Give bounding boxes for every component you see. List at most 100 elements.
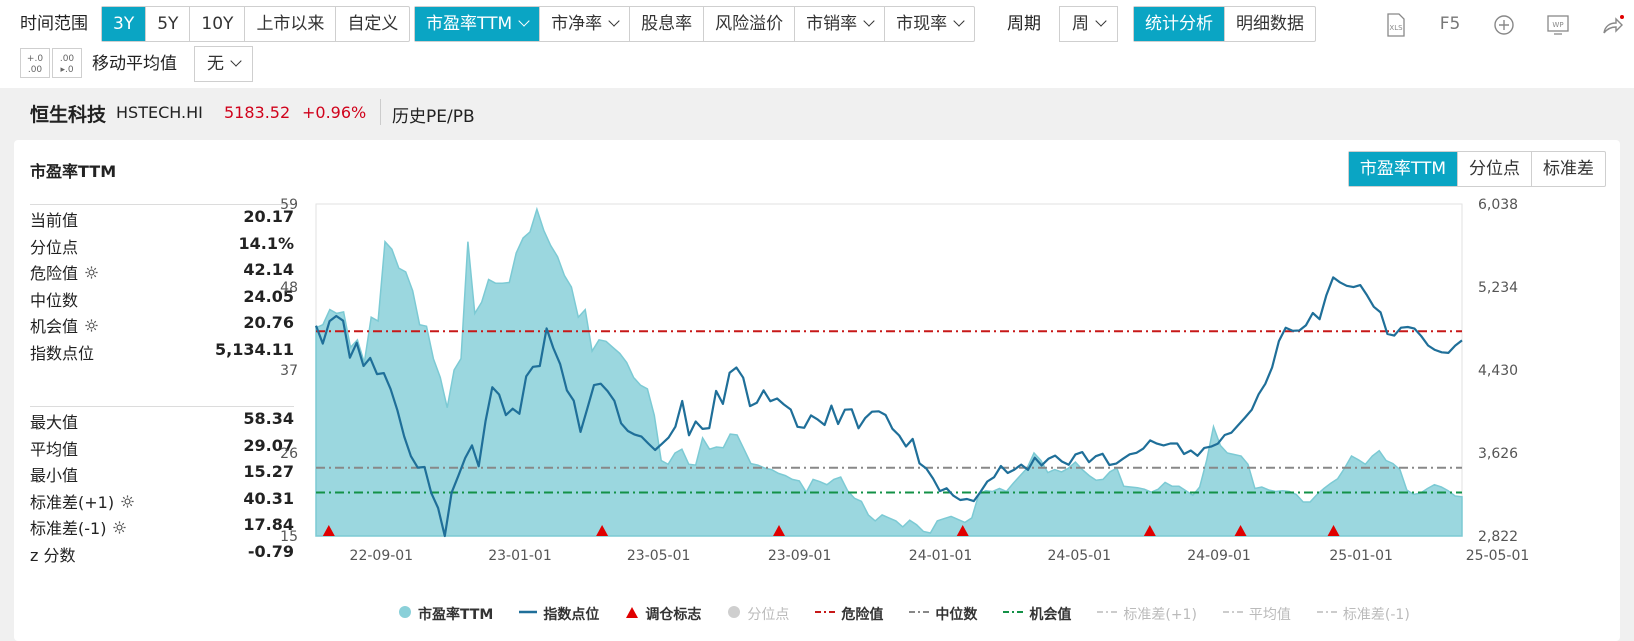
view-option[interactable]: 明细数据	[1225, 7, 1315, 41]
view-option[interactable]: 统计分析	[1134, 7, 1225, 41]
metric-option-label: 市销率	[806, 14, 858, 34]
chevron-down-icon	[863, 15, 875, 27]
xls-icon: XLS	[1387, 12, 1405, 37]
y-right-tick: 5,234	[1478, 280, 1518, 296]
legend-label: 标准差(+1)	[1123, 607, 1197, 623]
period-select-value: 周	[1072, 14, 1089, 34]
add-icon	[1494, 14, 1514, 35]
x-tick: 24-05-01	[1047, 548, 1111, 564]
metric-option[interactable]: 风险溢价	[704, 7, 796, 41]
legend-item[interactable]: 中位数	[909, 604, 977, 624]
legend-symbol-icon	[1003, 605, 1024, 623]
svg-text:▸.0: ▸.0	[60, 65, 73, 75]
legend-item[interactable]: 调仓标志	[625, 604, 701, 624]
time-range-label: 时间范围	[20, 14, 88, 34]
chevron-down-icon	[1095, 15, 1107, 27]
security-name: 恒生科技	[30, 104, 107, 126]
time-range-option-label: 5Y	[157, 14, 179, 34]
legend-symbol-icon	[815, 605, 836, 623]
moving-average-value: 无	[207, 54, 224, 74]
metric-option-label: 股息率	[641, 14, 693, 34]
legend-symbol-icon	[909, 605, 930, 623]
legend-item[interactable]: 市盈率TTM	[398, 604, 493, 624]
security-change: +0.96%	[302, 103, 367, 122]
add-button[interactable]	[1484, 9, 1524, 39]
y-left-tick: 26	[280, 446, 298, 462]
x-tick: 25-01-01	[1329, 548, 1393, 564]
y-right-tick: 6,038	[1478, 197, 1518, 213]
wp-icon: WP	[1547, 14, 1569, 35]
share-button[interactable]	[1592, 9, 1632, 39]
history-pe-pb-tab[interactable]: 历史PE/PB	[392, 102, 475, 127]
time-range-option[interactable]: 自定义	[336, 7, 409, 41]
svg-text:.00: .00	[28, 65, 43, 75]
time-range-option-label: 自定义	[347, 14, 399, 34]
x-tick: 22-09-01	[350, 548, 414, 564]
toolbar-row-1: 时间范围 3Y 5Y 10Y 上市以来 自定义 市盈率TTM 市净率 股息率 风险溢价 市销率 市…	[0, 6, 1634, 42]
metric-option[interactable]: 市盈率TTM	[415, 7, 541, 41]
pe-chart[interactable]: 15 26 37 48 59 2,822 3,626 4,430 5,234 6,038 22-09…	[14, 140, 1620, 641]
legend-item[interactable]: 分位点	[727, 604, 789, 624]
time-range-option[interactable]: 3Y	[102, 7, 147, 41]
view-option-label: 明细数据	[1236, 14, 1304, 34]
time-range-option-label: 10Y	[201, 14, 234, 34]
metric-option[interactable]: 市销率	[795, 7, 886, 41]
period-label: 周期	[1007, 14, 1041, 34]
f5-refresh-button[interactable]: F5	[1430, 9, 1470, 39]
legend-label: 调仓标志	[645, 607, 702, 623]
legend-item[interactable]: 标准差(-1)	[1316, 604, 1410, 624]
decimal-increase-icon: +.0.00	[27, 54, 43, 75]
pe-ttm-area	[315, 206, 1463, 537]
decimal-decrease-icon: .00▸.0	[60, 54, 75, 75]
xls-export-button[interactable]: XLS	[1376, 9, 1416, 39]
chevron-down-icon	[608, 15, 620, 27]
view-selector: 统计分析 明细数据	[1133, 6, 1316, 42]
security-price: 5183.52	[224, 103, 291, 122]
legend-item[interactable]: 平均值	[1222, 604, 1291, 624]
legend-label: 平均值	[1248, 607, 1291, 623]
legend-symbol-icon	[1097, 605, 1118, 623]
metric-option-label: 风险溢价	[715, 14, 784, 34]
wp-export-button[interactable]: WP	[1538, 9, 1578, 39]
decimal-increase-button[interactable]: +.0.00	[20, 48, 50, 78]
chart-legend: 市盈率TTM 指数点位 调仓标志 分位点 危险值 中位数 机会值 标准差(+1) 平均值 标准差(…	[398, 603, 1436, 625]
period-select[interactable]: 周	[1059, 6, 1118, 42]
time-range-selector: 3Y 5Y 10Y 上市以来 自定义	[101, 6, 411, 42]
time-range-option[interactable]: 10Y	[190, 7, 246, 41]
legend-label: 指数点位	[543, 607, 600, 623]
security-title-bar: 恒生科技 HSTECH.HI 5183.52 +0.96% 历史PE/PB	[0, 88, 1634, 136]
x-tick: 23-09-01	[768, 548, 832, 564]
metric-option[interactable]: 市净率	[540, 7, 631, 41]
legend-label: 中位数	[935, 607, 978, 623]
legend-item[interactable]: 机会值	[1003, 604, 1071, 624]
legend-item[interactable]: 危险值	[815, 604, 883, 624]
metric-option-label: 市现率	[896, 14, 948, 34]
chevron-down-icon	[953, 15, 965, 27]
svg-text:+.0: +.0	[27, 54, 43, 64]
legend-label: 危险值	[841, 607, 884, 623]
x-tick: 23-01-01	[488, 548, 552, 564]
y-right-tick: 3,626	[1478, 446, 1518, 462]
moving-average-select[interactable]: 无	[194, 46, 253, 82]
metric-option[interactable]: 市现率	[885, 7, 974, 41]
legend-item[interactable]: 指数点位	[519, 604, 599, 624]
x-tick: 24-01-01	[909, 548, 973, 564]
legend-item[interactable]: 标准差(+1)	[1097, 604, 1197, 624]
metric-option-label: 市净率	[551, 14, 603, 34]
toolbar: 时间范围 3Y 5Y 10Y 上市以来 自定义 市盈率TTM 市净率 股息率 风险溢价 市销率 市…	[0, 0, 1634, 88]
decimal-decrease-button[interactable]: .00 ▸.0	[52, 48, 82, 78]
y-right-tick: 2,822	[1478, 529, 1518, 545]
title-divider	[380, 99, 381, 125]
legend-symbol-icon	[1222, 605, 1243, 623]
time-range-option[interactable]: 5Y	[146, 7, 191, 41]
legend-label: 分位点	[747, 607, 790, 623]
legend-label: 标准差(-1)	[1342, 607, 1410, 623]
svg-text:.00: .00	[60, 54, 75, 64]
y-right-tick: 4,430	[1478, 363, 1518, 379]
x-tick: 23-05-01	[627, 548, 691, 564]
time-range-option-label: 3Y	[113, 14, 135, 34]
y-left-tick: 48	[280, 280, 298, 296]
time-range-option[interactable]: 上市以来	[245, 7, 337, 41]
legend-symbol-icon	[1316, 605, 1337, 623]
metric-option[interactable]: 股息率	[630, 7, 705, 41]
